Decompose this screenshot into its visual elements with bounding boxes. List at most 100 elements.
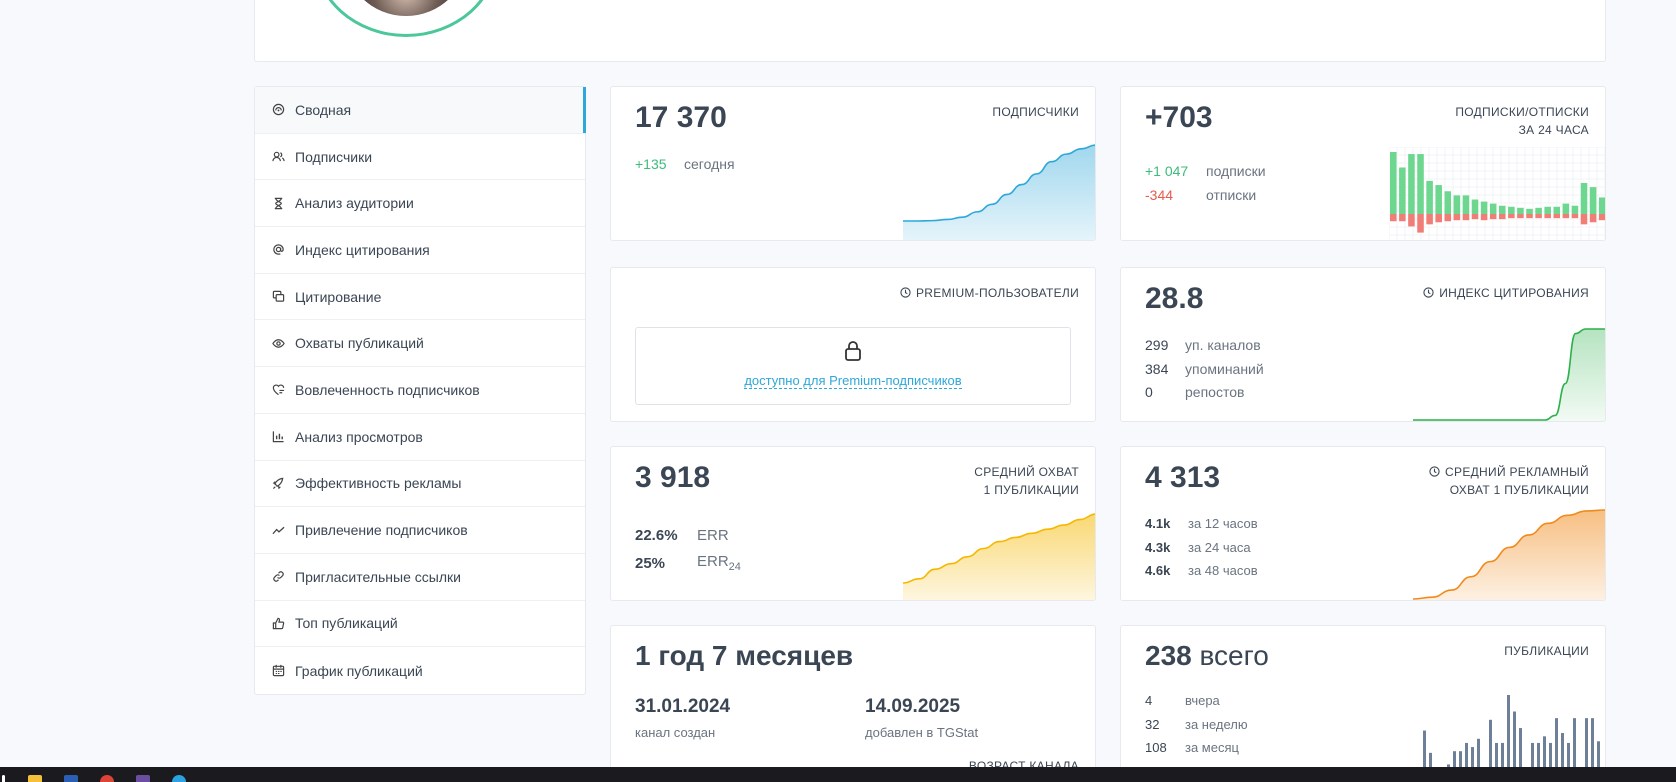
sidebar-item[interactable]: Анализ просмотров	[255, 414, 585, 461]
unsubs-bar	[1589, 214, 1597, 223]
unsubs-label: отписки	[1206, 187, 1257, 203]
subs-bar	[1580, 183, 1588, 214]
unsubs-bar	[1417, 214, 1424, 233]
ad-reach-chart	[1413, 509, 1605, 600]
ad-reach-label: СРЕДНИЙ РЕКЛАМНЫЙ ОХВАТ 1 ПУБЛИКАЦИИ	[1429, 463, 1589, 499]
subs-unsubs-card[interactable]: +703 ПОДПИСКИ/ОТПИСКИ ЗА 24 ЧАСА +1 047 …	[1120, 86, 1606, 241]
subs-bar	[1489, 203, 1497, 214]
subs-bar	[1426, 180, 1433, 214]
subs-bar	[1444, 191, 1452, 214]
subs-bar	[1571, 205, 1579, 214]
sidebar-item-label: Вовлеченность подписчиков	[295, 381, 480, 398]
subs-bar	[1544, 206, 1551, 214]
channel-created-date: 31.01.2024	[635, 696, 731, 717]
sidebar-item-label: Цитирование	[295, 288, 382, 305]
unsubs-bar	[1562, 214, 1570, 219]
unsubs-bar	[1462, 214, 1470, 221]
sidebar-item[interactable]: Пригласительные ссылки	[255, 554, 585, 601]
word-icon[interactable]	[64, 775, 78, 782]
subs-value: +1 047	[1145, 163, 1189, 179]
posts-row: 108 за месяц	[1145, 740, 1239, 755]
unsubs-bar	[1598, 214, 1605, 221]
ad-reach-value: 4 313	[1145, 461, 1221, 494]
at-icon	[271, 243, 285, 257]
sidebar-item[interactable]: Топ публикаций	[255, 601, 585, 648]
chrome-icon[interactable]	[100, 775, 114, 782]
ad-reach-row: 4.6k за 48 часов	[1145, 563, 1258, 578]
subscribers-today-label: сегодня	[684, 156, 735, 172]
sidebar-item[interactable]: Анализ аудитории	[255, 180, 585, 228]
sidebar-item[interactable]: Вовлеченность подписчиков	[255, 367, 585, 414]
subs-bar	[1390, 152, 1397, 214]
bar-chart-icon	[271, 430, 285, 444]
posts-row: 32 за неделю	[1145, 717, 1248, 732]
citation-index-card[interactable]: 28.8 ИНДЕКС ЦИТИРОВАНИЯ 299 уп. каналов 3…	[1120, 267, 1606, 422]
sidebar-item[interactable]: Подписчики	[255, 134, 585, 181]
clock-icon	[1423, 287, 1434, 298]
citation-row: 0 репостов	[1145, 384, 1245, 400]
err24-row: 25% ERR24	[635, 553, 741, 573]
subs-bar	[1517, 207, 1524, 214]
hourglass-icon	[271, 196, 285, 210]
citation-index-value: 28.8	[1145, 282, 1204, 315]
chart-area	[903, 145, 1095, 240]
dashboard-icon	[271, 103, 285, 117]
subs-bar	[1462, 195, 1470, 214]
channel-age-card: 1 год 7 месяцев 31.01.2024 канал создан …	[610, 625, 1096, 775]
subs-row: +1 047 подписки	[1145, 163, 1266, 179]
posts-label: ПУБЛИКАЦИИ	[1504, 644, 1589, 658]
posts-bar	[1513, 711, 1516, 774]
sidebar-item-label: Топ публикаций	[295, 615, 398, 632]
unsubs-bar	[1499, 214, 1506, 220]
sidebar-item[interactable]: График публикаций	[255, 647, 585, 694]
sidebar-item-label: Эффективность рекламы	[295, 475, 462, 492]
sidebar-item[interactable]: Индекс цитирования	[255, 227, 585, 274]
os-taskbar	[0, 767, 1676, 782]
sidebar-item[interactable]: Охваты публикаций	[255, 320, 585, 368]
channel-created-label: канал создан	[635, 725, 716, 740]
unsubs-bar	[1408, 214, 1415, 227]
ad-reach-card[interactable]: 4 313 СРЕДНИЙ РЕКЛАМНЫЙ ОХВАТ 1 ПУБЛИКАЦ…	[1120, 446, 1606, 601]
sidebar-item[interactable]: Привлечение подписчиков	[255, 507, 585, 554]
unsubs-bar	[1553, 214, 1561, 219]
unsubs-bar	[1580, 214, 1588, 225]
subs-label: подписки	[1206, 163, 1266, 179]
sidebar-item-label: Подписчики	[295, 148, 373, 165]
sidebar-item[interactable]: Сводная	[255, 87, 586, 134]
tgstat-added-date: 14.09.2025	[865, 696, 961, 717]
posts-row: 4 вчера	[1145, 693, 1220, 708]
posts-bar	[1507, 695, 1510, 774]
telegram-icon[interactable]	[172, 775, 186, 782]
subscribers-today: +135 сегодня	[635, 156, 735, 172]
err-row: 22.6% ERR	[635, 527, 729, 544]
subs-bar	[1399, 167, 1406, 214]
err24-label: ERR24	[697, 553, 741, 573]
sidebar-nav: Сводная Подписчики Анализ аудитории Индекс …	[254, 86, 586, 695]
sidebar-item[interactable]: Цитирование	[255, 274, 585, 321]
sidebar-item[interactable]: Эффективность рекламы	[255, 461, 585, 508]
subscribers-card[interactable]: 17 370 ПОДПИСЧИКИ +135 сегодня	[610, 86, 1096, 241]
sidebar-item-label: Анализ просмотров	[295, 428, 423, 445]
folder-icon[interactable]	[28, 775, 42, 782]
premium-card: PREMIUM-ПОЛЬЗОВАТЕЛИ доступно для Premiu…	[610, 267, 1096, 422]
eye-icon	[271, 336, 285, 350]
ad-reach-row: 4.1k за 12 часов	[1145, 516, 1258, 531]
sidebar-item-label: График публикаций	[295, 662, 423, 679]
posts-total: 238 всего	[1145, 640, 1269, 671]
subs-bar	[1408, 154, 1415, 214]
unsubs-bar	[1390, 214, 1397, 222]
subs-unsubs-chart	[1389, 147, 1605, 240]
subs-bar	[1535, 207, 1542, 214]
subs-bar	[1417, 154, 1424, 214]
unsubs-bar	[1508, 214, 1515, 219]
avg-reach-card[interactable]: 3 918 СРЕДНИЙ ОХВАТ 1 ПУБЛИКАЦИИ 22.6% E…	[610, 446, 1096, 601]
subs-bar	[1499, 205, 1506, 214]
avatar	[313, 0, 499, 37]
app-icon[interactable]	[136, 775, 150, 782]
start-icon[interactable]	[2, 775, 5, 782]
unsubs-bar	[1453, 214, 1461, 221]
unsubs-row: -344 отписки	[1145, 187, 1256, 203]
posts-card[interactable]: 238 всего ПУБЛИКАЦИИ 4 вчера 32 за неделю …	[1120, 625, 1606, 775]
unsubs-bar	[1444, 214, 1452, 222]
premium-link[interactable]: доступно для Premium-подписчиков	[744, 373, 962, 389]
